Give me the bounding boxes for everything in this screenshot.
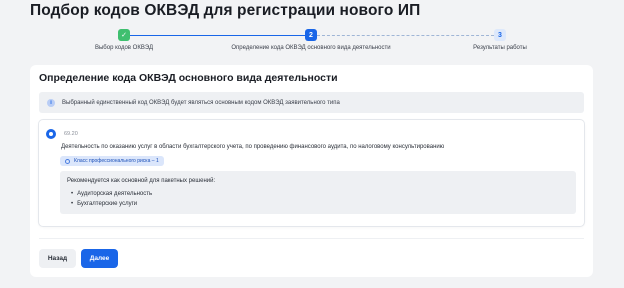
stepper-line-pending xyxy=(317,35,494,36)
okved-main-card: Определение кода ОКВЭД основного вида де… xyxy=(30,65,593,277)
okved-description: Деятельность по оказанию услуг в области… xyxy=(61,144,445,150)
step-2-label: Определение кода ОКВЭД основного вида де… xyxy=(231,45,391,51)
next-button[interactable]: Далее xyxy=(81,249,118,268)
back-button[interactable]: Назад xyxy=(39,249,76,268)
page-title: Подбор кодов ОКВЭД для регистрации новог… xyxy=(30,2,421,19)
step-1-check-icon: ✓ xyxy=(118,29,130,41)
step-3-label: Результаты работы xyxy=(473,45,527,51)
info-banner-text: Выбранный единственный код ОКВЭД будет я… xyxy=(62,99,340,106)
stepper-line-completed xyxy=(129,35,305,36)
okved-code: 69.20 xyxy=(64,131,78,137)
list-item: Аудиторская деятельность xyxy=(71,190,152,200)
recommendation-box: Рекомендуется как основной для пакетных … xyxy=(60,171,576,214)
recommendation-list: Аудиторская деятельность Бухгалтерские у… xyxy=(71,190,152,209)
risk-circle-icon xyxy=(65,158,70,164)
radio-selected-dot xyxy=(49,132,53,136)
step-1-label: Выбор кодов ОКВЭД xyxy=(94,45,154,51)
divider xyxy=(39,238,584,239)
okved-option-radio[interactable] xyxy=(46,129,56,139)
step-2-indicator: 2 xyxy=(305,29,317,41)
info-banner: i Выбранный единственный код ОКВЭД будет… xyxy=(39,92,584,113)
okved-option-card[interactable]: 69.20 Деятельность по оказанию услуг в о… xyxy=(39,120,584,226)
recommendation-title: Рекомендуется как основной для пакетных … xyxy=(67,178,216,184)
step-3-indicator: 3 xyxy=(494,29,506,41)
progress-stepper: ✓ 2 3 Выбор кодов ОКВЭД Определение кода… xyxy=(0,26,624,56)
risk-class-badge: Класс профессионального риска – 1 xyxy=(60,156,164,166)
info-icon: i xyxy=(47,98,55,107)
list-item: Бухгалтерские услуги xyxy=(71,200,152,210)
card-title: Определение кода ОКВЭД основного вида де… xyxy=(39,72,338,84)
risk-class-label: Класс профессионального риска – 1 xyxy=(74,158,159,164)
